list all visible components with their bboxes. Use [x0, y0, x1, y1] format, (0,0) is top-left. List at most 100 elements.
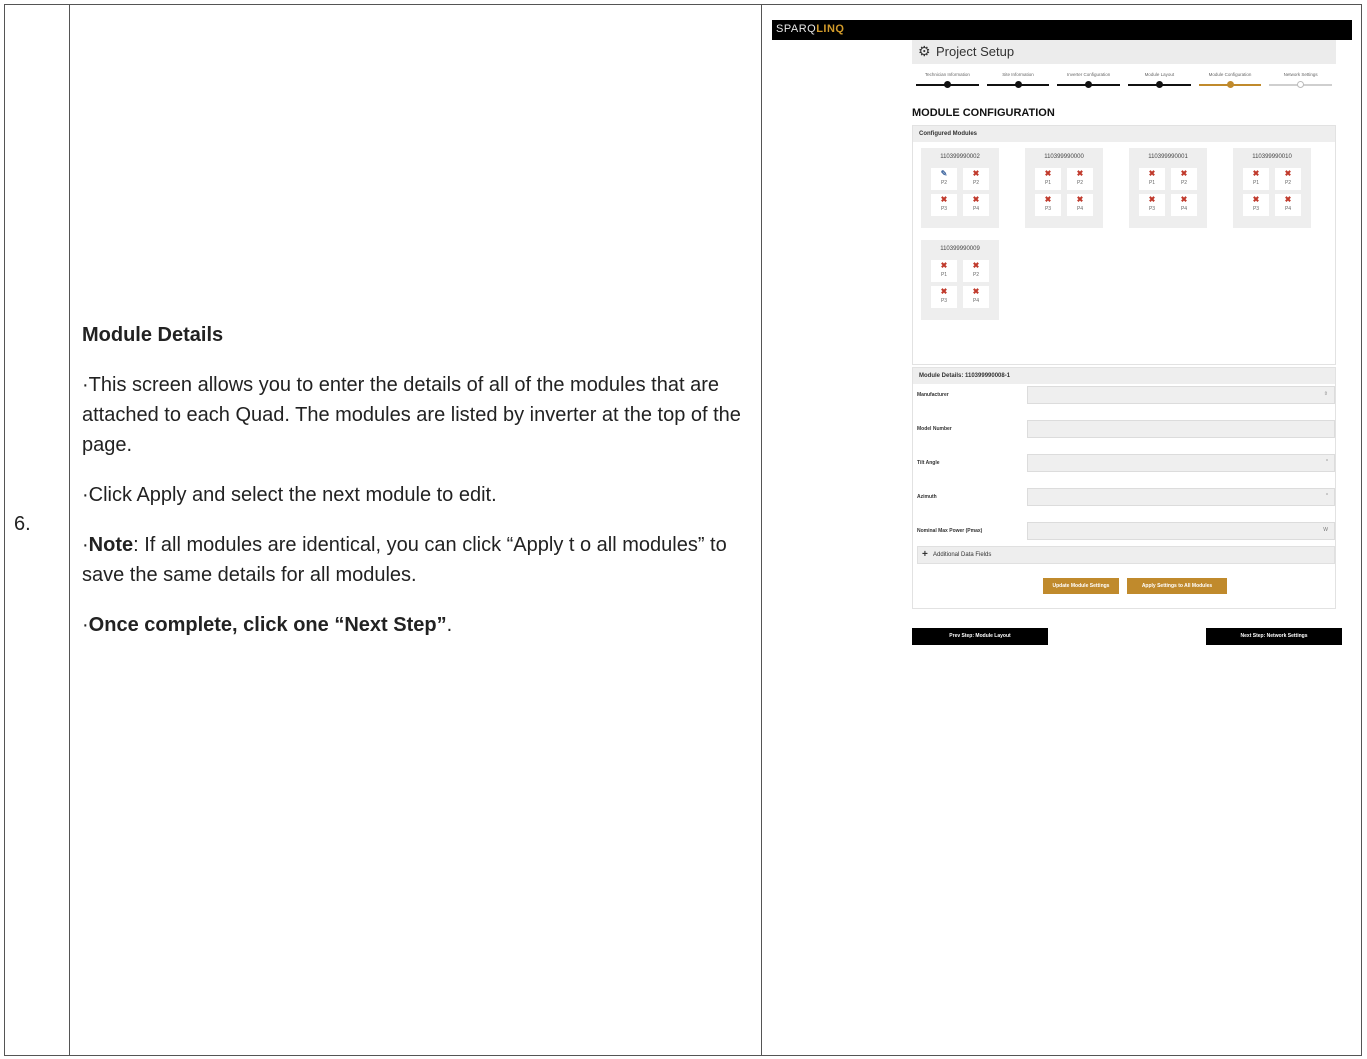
description-paragraph-3: ·Note: If all modules are identical, you…: [82, 530, 742, 590]
x-mark-icon: ✖: [1252, 169, 1260, 178]
bullet: ·: [82, 534, 89, 556]
field-suffix: °: [1326, 493, 1328, 499]
module-position-label: P4: [972, 206, 980, 212]
x-mark-icon: ✖: [940, 195, 948, 204]
module-tile[interactable]: ✖ P1: [1035, 168, 1061, 190]
stepper-dot[interactable]: [1085, 81, 1093, 88]
final-instruction: Once complete, click one “Next Step”: [88, 614, 447, 636]
field-input[interactable]: °: [1027, 488, 1335, 506]
pencil-icon: ✎: [940, 169, 948, 178]
x-mark-icon: ✖: [1284, 169, 1292, 178]
x-mark-icon: ✖: [972, 195, 980, 204]
note-label: Note: [88, 534, 134, 556]
prev-step-button[interactable]: Prev Step: Module Layout: [912, 628, 1048, 645]
x-mark-icon: ✖: [940, 287, 948, 296]
x-mark-icon: ✖: [940, 261, 948, 270]
module-tile[interactable]: ✖ P3: [931, 286, 957, 308]
module-position-label: P4: [1076, 206, 1084, 212]
inverter-serial: 110399990009: [940, 246, 980, 252]
x-mark-icon: ✖: [1284, 195, 1292, 204]
module-tile[interactable]: ✖ P4: [963, 194, 989, 216]
configured-modules-panel: Configured Modules 110399990002 ✎ P2 ✖ P2 ✖ P3…: [912, 125, 1336, 365]
field-suffix: W: [1323, 527, 1328, 533]
x-mark-icon: ✖: [1148, 169, 1156, 178]
x-mark-icon: ✖: [1252, 195, 1260, 204]
section-title: MODULE CONFIGURATION: [912, 107, 1055, 119]
field-input[interactable]: [1027, 420, 1335, 438]
field-input[interactable]: W: [1027, 522, 1335, 540]
column-divider-1: [69, 5, 70, 1055]
module-tile[interactable]: ✖ P1: [1243, 168, 1269, 190]
stepper-label: Network Settings: [1283, 72, 1318, 77]
module-details-panel: Module Details: 110399990008-1 + Additio…: [912, 367, 1336, 609]
module-position-label: P2: [940, 180, 948, 186]
module-tile[interactable]: ✖ P3: [1139, 194, 1165, 216]
stepper-label: Technician Information: [924, 72, 970, 77]
module-tile[interactable]: ✖ P2: [1275, 168, 1301, 190]
module-tile[interactable]: ✎ P2: [931, 168, 957, 190]
inverter-card: 110399990001 ✖ P1 ✖ P2 ✖ P3 ✖ P4: [1129, 148, 1207, 228]
module-position-label: P2: [1180, 180, 1188, 186]
module-tile[interactable]: ✖ P4: [1275, 194, 1301, 216]
module-tile[interactable]: ✖ P4: [1067, 194, 1093, 216]
x-mark-icon: ✖: [1044, 169, 1052, 178]
stepper-dot[interactable]: [1226, 81, 1234, 88]
module-tile[interactable]: ✖ P3: [931, 194, 957, 216]
period: .: [446, 614, 453, 636]
module-tile[interactable]: ✖ P3: [1035, 194, 1061, 216]
module-position-label: P3: [1252, 206, 1260, 212]
module-position-label: P1: [940, 272, 948, 278]
update-module-settings-button[interactable]: Update Module Settings: [1043, 578, 1119, 594]
stepper-dot[interactable]: [1297, 81, 1305, 88]
description-paragraph-4: ·Once complete, click one “Next Step”.: [82, 610, 742, 640]
x-mark-icon: ✖: [1044, 195, 1052, 204]
module-position-label: P1: [1044, 180, 1052, 186]
module-tile[interactable]: ✖ P3: [1243, 194, 1269, 216]
inverter-serial: 110399990000: [1044, 154, 1084, 160]
x-mark-icon: ✖: [972, 261, 980, 270]
apply-to-all-modules-button[interactable]: Apply Settings to All Modules: [1127, 578, 1227, 594]
module-position-label: P2: [972, 272, 980, 278]
field-input[interactable]: °: [1027, 454, 1335, 472]
module-position-label: P4: [1284, 206, 1292, 212]
stepper-dot[interactable]: [1155, 81, 1163, 88]
field-suffix: ⇳: [1323, 391, 1328, 397]
stepper-label: Module Configuration: [1208, 72, 1252, 77]
field-label: Tilt Angle: [917, 460, 940, 466]
inverter-serial: 110399990001: [1148, 154, 1188, 160]
x-mark-icon: ✖: [1180, 195, 1188, 204]
setup-stepper: Technician Information Site Information In…: [912, 70, 1336, 92]
module-tile[interactable]: ✖ P2: [1171, 168, 1197, 190]
module-tile[interactable]: ✖ P2: [1067, 168, 1093, 190]
module-tile[interactable]: ✖ P2: [963, 168, 989, 190]
field-input[interactable]: ⇳: [1027, 386, 1335, 404]
x-mark-icon: ✖: [972, 287, 980, 296]
configured-modules-header: Configured Modules: [913, 126, 1335, 142]
inverter-serial: 110399990002: [940, 154, 980, 160]
module-tile[interactable]: ✖ P4: [1171, 194, 1197, 216]
module-tile[interactable]: ✖ P1: [1139, 168, 1165, 190]
x-mark-icon: ✖: [1148, 195, 1156, 204]
next-step-button[interactable]: Next Step: Network Settings: [1206, 628, 1342, 645]
description-title: Module Details: [82, 324, 224, 346]
note-text: : If all modules are identical, you can …: [82, 534, 727, 586]
module-details-header: Module Details: 110399990008-1: [913, 368, 1335, 384]
x-mark-icon: ✖: [1076, 169, 1084, 178]
x-mark-icon: ✖: [972, 169, 980, 178]
column-divider-2: [761, 5, 762, 1055]
stepper-dot[interactable]: [1014, 81, 1022, 88]
x-mark-icon: ✖: [1180, 169, 1188, 178]
module-tile[interactable]: ✖ P4: [963, 286, 989, 308]
module-position-label: P3: [1044, 206, 1052, 212]
module-position-label: P2: [972, 180, 980, 186]
brand-logo: SPARQLINQ: [776, 23, 845, 35]
module-tile[interactable]: ✖ P1: [931, 260, 957, 282]
gear-icon: ⚙: [918, 43, 931, 59]
module-tile[interactable]: ✖ P2: [963, 260, 989, 282]
inverter-card: 110399990009 ✖ P1 ✖ P2 ✖ P3 ✖ P4: [921, 240, 999, 320]
additional-data-fields-toggle[interactable]: + Additional Data Fields: [917, 546, 1335, 564]
plus-icon: +: [922, 549, 928, 560]
module-position-label: P3: [940, 298, 948, 304]
module-position-label: P1: [1252, 180, 1260, 186]
stepper-dot[interactable]: [943, 81, 951, 88]
